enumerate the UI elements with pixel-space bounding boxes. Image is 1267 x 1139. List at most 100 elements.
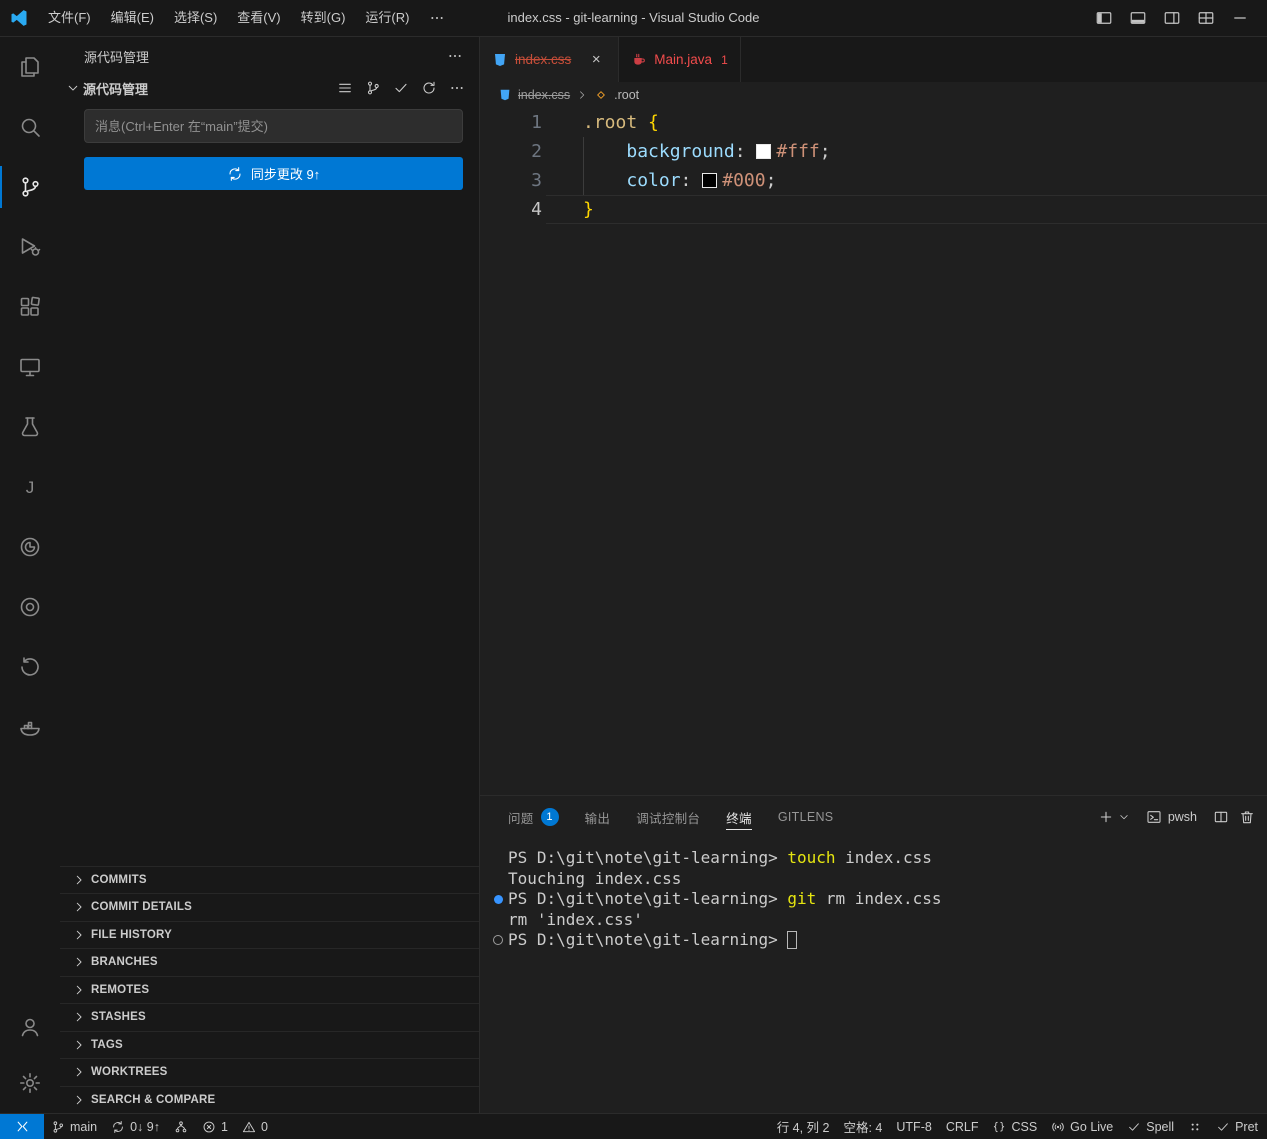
activity-target-tool[interactable] bbox=[0, 577, 60, 637]
spell-item[interactable]: Spell bbox=[1120, 1114, 1181, 1139]
tab-label: index.css bbox=[515, 52, 571, 67]
color-swatch[interactable] bbox=[702, 173, 717, 188]
panel-tab-label: 终端 bbox=[726, 808, 752, 827]
section-label: COMMIT DETAILS bbox=[91, 901, 192, 913]
menu-item[interactable]: 查看(V) bbox=[227, 5, 290, 31]
prettier-item[interactable]: Pret bbox=[1209, 1114, 1265, 1139]
section-branches[interactable]: BRANCHES bbox=[60, 948, 479, 976]
tab-main-java[interactable]: Main.java1 bbox=[619, 37, 740, 82]
code-token: : bbox=[681, 170, 703, 191]
errors-item[interactable]: 1 bbox=[195, 1114, 235, 1139]
tab-index-css[interactable]: index.css × bbox=[480, 37, 619, 82]
list-icon bbox=[337, 80, 353, 96]
terminal-text: git bbox=[787, 889, 816, 910]
view-as-list-button[interactable] bbox=[337, 80, 353, 96]
section-worktrees[interactable]: WORKTREES bbox=[60, 1058, 479, 1086]
toggle-panel-button[interactable] bbox=[1125, 5, 1151, 31]
activity-remote-explorer[interactable] bbox=[0, 337, 60, 397]
warnings-item[interactable]: 0 bbox=[235, 1114, 275, 1139]
status-label: Go Live bbox=[1070, 1120, 1113, 1134]
activity-java[interactable]: J bbox=[0, 457, 60, 517]
activity-explorer[interactable] bbox=[0, 37, 60, 97]
tab-gitlens[interactable]: GITLENS bbox=[778, 796, 834, 838]
activity-circle-tool[interactable] bbox=[0, 517, 60, 577]
refresh-button[interactable] bbox=[421, 80, 437, 96]
menu-item[interactable]: 运行(R) bbox=[355, 5, 419, 31]
activity-containers[interactable] bbox=[0, 697, 60, 757]
commit-message-input[interactable] bbox=[84, 109, 463, 143]
panel: 问题1 输出 调试控制台 终端 GITLENS pwsh PS D:\git\note\… bbox=[480, 795, 1267, 1113]
sync-item[interactable]: 0↓ 9↑ bbox=[104, 1114, 167, 1139]
activity-testing[interactable] bbox=[0, 397, 60, 457]
menu-item[interactable]: 文件(F) bbox=[38, 5, 101, 31]
terminal-line: PS D:\git\note\git-learning> touch index… bbox=[488, 848, 1267, 869]
code-editor[interactable]: 1.root {2 background: #fff;3 color: #000… bbox=[480, 108, 1267, 795]
color-swatch[interactable] bbox=[756, 144, 771, 159]
section-label: COMMITS bbox=[91, 874, 147, 886]
tab-label: Main.java bbox=[654, 52, 712, 67]
toggle-secondary-sidebar-button[interactable] bbox=[1159, 5, 1185, 31]
commit-button[interactable] bbox=[393, 80, 409, 96]
activity-source-control[interactable] bbox=[0, 157, 60, 217]
go-live-item[interactable]: Go Live bbox=[1044, 1114, 1120, 1139]
status-label: Pret bbox=[1235, 1120, 1258, 1134]
extension-item[interactable] bbox=[1181, 1114, 1209, 1139]
branch-item[interactable]: main bbox=[44, 1114, 104, 1139]
activity-settings[interactable] bbox=[0, 1055, 60, 1111]
kill-terminal-button[interactable] bbox=[1239, 809, 1255, 825]
line-number: 4 bbox=[480, 195, 546, 224]
section-file-history[interactable]: FILE HISTORY bbox=[60, 921, 479, 949]
section-tags[interactable]: TAGS bbox=[60, 1031, 479, 1059]
terminal-text: Touching index.css bbox=[508, 869, 681, 890]
source-control-graph-item[interactable] bbox=[167, 1114, 195, 1139]
menu-overflow-button[interactable] bbox=[419, 10, 455, 26]
menu-item[interactable]: 选择(S) bbox=[164, 5, 227, 31]
activity-run-debug[interactable] bbox=[0, 217, 60, 277]
section-search-compare[interactable]: SEARCH & COMPARE bbox=[60, 1086, 479, 1114]
panel-header: 问题1 输出 调试控制台 终端 GITLENS pwsh bbox=[480, 796, 1267, 838]
activity-accounts[interactable] bbox=[0, 999, 60, 1055]
remote-indicator[interactable] bbox=[0, 1114, 44, 1139]
breadcrumb-file[interactable]: index.css bbox=[518, 88, 570, 102]
panel-tab-label: 调试控制台 bbox=[636, 808, 700, 827]
terminal-profile-dropdown[interactable] bbox=[1118, 811, 1130, 823]
tab-problems[interactable]: 问题1 bbox=[508, 796, 559, 838]
scm-section-header[interactable]: 源代码管理 bbox=[60, 75, 479, 101]
section-commit-details[interactable]: COMMIT DETAILS bbox=[60, 893, 479, 921]
tab-terminal[interactable]: 终端 bbox=[726, 796, 752, 838]
terminal-profile[interactable]: pwsh bbox=[1140, 809, 1203, 825]
encoding-item[interactable]: UTF-8 bbox=[889, 1114, 938, 1139]
section-label: WORKTREES bbox=[91, 1066, 168, 1078]
tab-output[interactable]: 输出 bbox=[585, 796, 611, 838]
tab-debug-console[interactable]: 调试控制台 bbox=[636, 796, 700, 838]
menu-item[interactable]: 编辑(E) bbox=[101, 5, 164, 31]
section-commits[interactable]: COMMITS bbox=[60, 866, 479, 894]
terminal[interactable]: PS D:\git\note\git-learning> touch index… bbox=[480, 838, 1267, 1113]
more-actions-button[interactable] bbox=[449, 80, 465, 96]
section-stashes[interactable]: STASHES bbox=[60, 1003, 479, 1031]
commit-graph-button[interactable] bbox=[365, 80, 381, 96]
close-icon[interactable]: × bbox=[586, 50, 606, 70]
language-item[interactable]: CSS bbox=[985, 1114, 1044, 1139]
breadcrumb[interactable]: index.css .root bbox=[480, 82, 1267, 108]
toggle-sidebar-button[interactable] bbox=[1091, 5, 1117, 31]
cursor-position-item[interactable]: 行 4, 列 2 bbox=[770, 1114, 837, 1139]
sync-changes-button[interactable]: 同步更改 9↑ bbox=[84, 157, 463, 190]
breadcrumb-symbol[interactable]: .root bbox=[614, 88, 639, 102]
customize-layout-button[interactable] bbox=[1193, 5, 1219, 31]
status-left: main0↓ 9↑ 10 bbox=[44, 1114, 275, 1139]
minimize-button[interactable] bbox=[1227, 5, 1253, 31]
new-terminal-button[interactable] bbox=[1098, 809, 1114, 825]
activity-search[interactable] bbox=[0, 97, 60, 157]
eol-item[interactable]: CRLF bbox=[939, 1114, 986, 1139]
menu-item[interactable]: 转到(G) bbox=[291, 5, 356, 31]
code-text: } bbox=[546, 195, 1267, 224]
activity-extensions[interactable] bbox=[0, 277, 60, 337]
split-terminal-button[interactable] bbox=[1213, 809, 1229, 825]
sidebar-more-actions-icon[interactable] bbox=[447, 48, 463, 64]
activity-history-tool[interactable] bbox=[0, 637, 60, 697]
indent-guide bbox=[583, 166, 584, 195]
indentation-item[interactable]: 空格: 4 bbox=[836, 1114, 889, 1139]
section-remotes[interactable]: REMOTES bbox=[60, 976, 479, 1004]
source-control-icon bbox=[18, 175, 42, 199]
